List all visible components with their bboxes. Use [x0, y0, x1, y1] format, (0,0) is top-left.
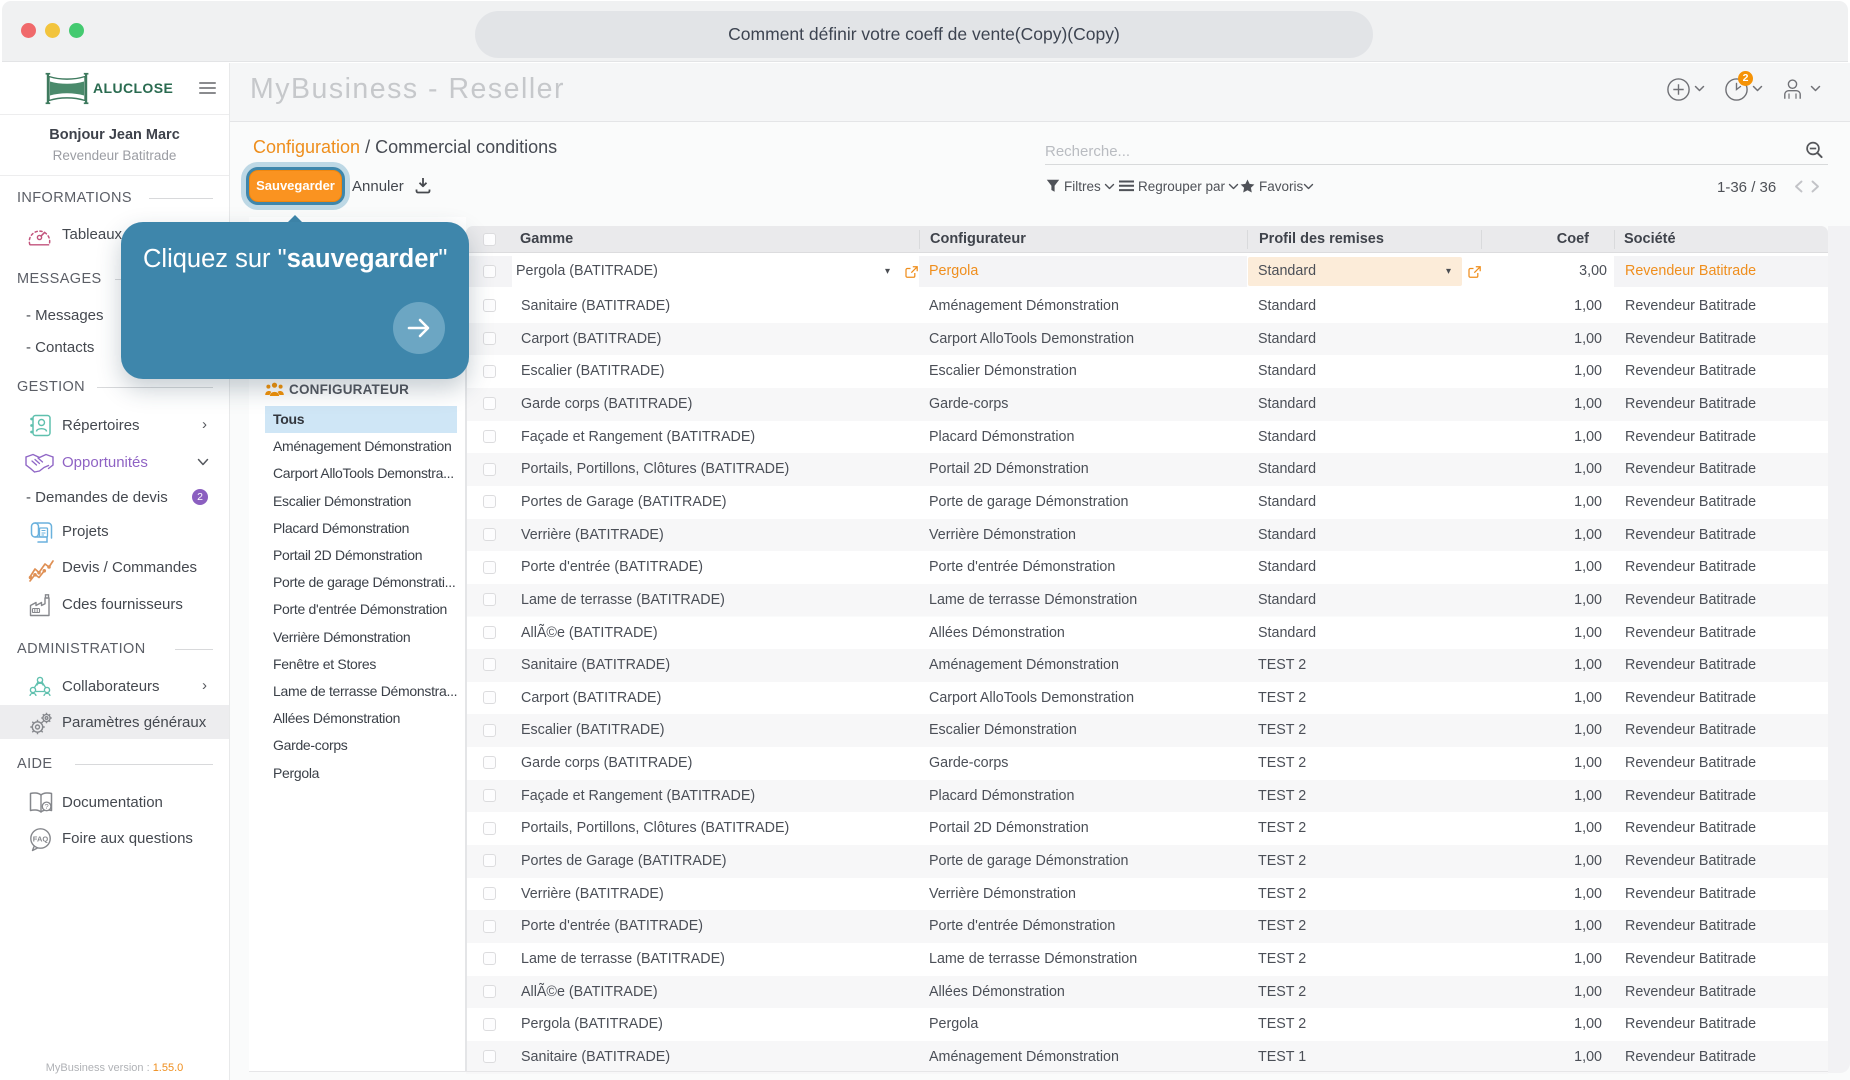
svg-text:FAQ: FAQ [33, 834, 49, 843]
svg-text:?: ? [45, 802, 49, 811]
